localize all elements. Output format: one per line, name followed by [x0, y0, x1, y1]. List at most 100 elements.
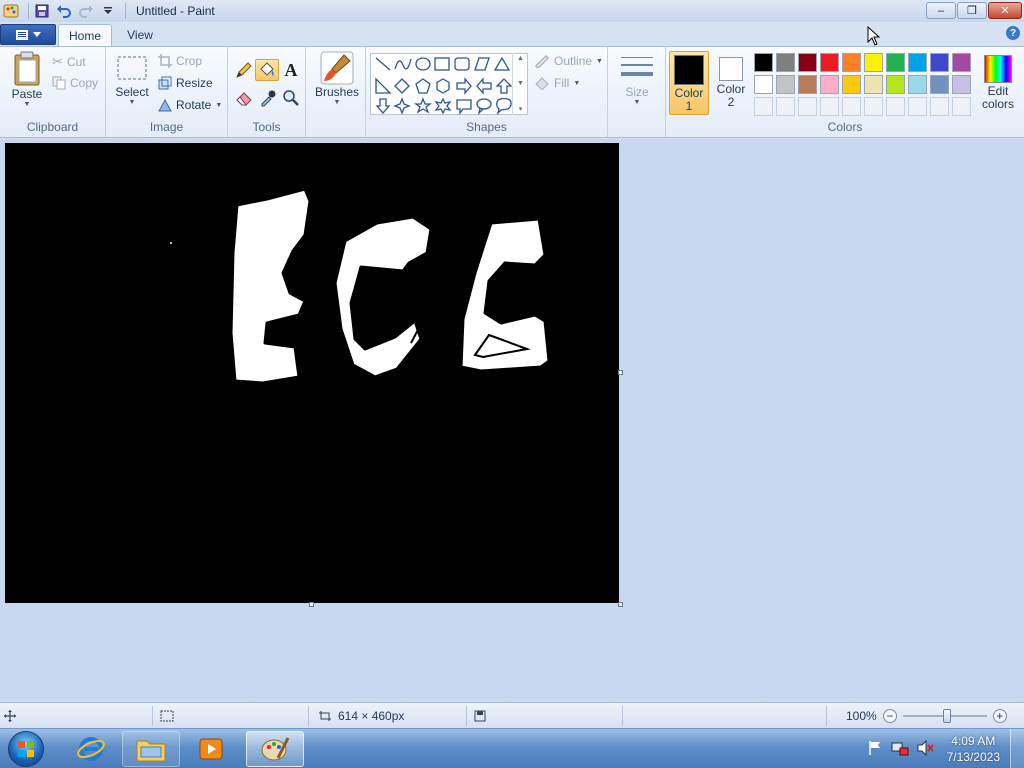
- zoom-out-button[interactable]: −: [882, 709, 897, 723]
- custom-color-slot[interactable]: [754, 97, 773, 116]
- volume-muted-icon[interactable]: [917, 739, 935, 759]
- palette-swatch[interactable]: [754, 75, 773, 94]
- outline-button[interactable]: Outline ▼: [534, 54, 603, 68]
- palette-swatch[interactable]: [952, 53, 971, 72]
- chevron-down-icon: [33, 31, 41, 37]
- undo-icon[interactable]: [55, 2, 73, 20]
- palette-swatch[interactable]: [864, 53, 883, 72]
- text-tool[interactable]: A: [280, 59, 302, 81]
- resize-handle-corner[interactable]: [618, 602, 623, 607]
- restore-button[interactable]: ❐: [957, 2, 987, 19]
- tab-home[interactable]: Home: [58, 24, 112, 46]
- customize-qat-chevron-icon[interactable]: [99, 2, 117, 20]
- custom-color-slot[interactable]: [820, 97, 839, 116]
- palette-swatch[interactable]: [864, 75, 883, 94]
- pencil-tool[interactable]: [233, 59, 255, 81]
- paste-button[interactable]: Paste ▼: [8, 51, 46, 108]
- color2-selector[interactable]: Color 2: [711, 51, 751, 115]
- palette-swatch[interactable]: [820, 75, 839, 94]
- palette-swatch[interactable]: [930, 53, 949, 72]
- palette-swatch[interactable]: [886, 53, 905, 72]
- scroll-down-icon[interactable]: ▼: [517, 80, 524, 87]
- selection-size: [160, 703, 174, 729]
- gallery-expand-icon[interactable]: ▾: [519, 105, 523, 113]
- internet-explorer-icon: [77, 737, 105, 761]
- minimize-button[interactable]: –: [926, 2, 956, 19]
- palette-swatch[interactable]: [820, 53, 839, 72]
- taskbar-paint[interactable]: [246, 731, 304, 767]
- crop-button[interactable]: Crop: [158, 54, 202, 68]
- custom-color-slot[interactable]: [908, 97, 927, 116]
- custom-color-slot[interactable]: [842, 97, 861, 116]
- taskbar-media-player[interactable]: [182, 731, 240, 767]
- tab-view[interactable]: View: [116, 24, 164, 46]
- image-group-label: Image: [149, 120, 184, 134]
- zoom-slider[interactable]: [902, 709, 987, 723]
- fill-tool[interactable]: [255, 59, 279, 81]
- start-button[interactable]: [4, 730, 48, 768]
- taskbar-file-explorer[interactable]: [122, 731, 180, 767]
- custom-color-slot[interactable]: [864, 97, 883, 116]
- custom-color-slot[interactable]: [930, 97, 949, 116]
- help-icon[interactable]: ?: [1006, 26, 1020, 40]
- palette-swatch[interactable]: [754, 53, 773, 72]
- clock-date: 7/13/2023: [946, 750, 1000, 764]
- palette-swatch[interactable]: [776, 53, 795, 72]
- system-clock[interactable]: 4:09 AM 7/13/2023: [947, 733, 1000, 765]
- custom-color-slot[interactable]: [798, 97, 817, 116]
- status-separator: [466, 706, 467, 726]
- action-center-flag-icon[interactable]: [867, 740, 883, 759]
- custom-color-slot[interactable]: [886, 97, 905, 116]
- scroll-up-icon[interactable]: ▲: [517, 55, 524, 62]
- status-separator: [622, 706, 623, 726]
- palette-swatch[interactable]: [842, 53, 861, 72]
- fill-button[interactable]: Fill ▼: [534, 76, 580, 90]
- save-icon[interactable]: [33, 2, 51, 20]
- custom-color-slot[interactable]: [952, 97, 971, 116]
- zoom-in-button[interactable]: +: [992, 709, 1007, 723]
- redo-icon[interactable]: [77, 2, 95, 20]
- palette-swatch[interactable]: [930, 75, 949, 94]
- resize-button[interactable]: Resize: [158, 76, 213, 90]
- color-picker-tool[interactable]: [257, 87, 279, 109]
- shapes-group-label: Shapes: [466, 120, 507, 134]
- paste-icon: [14, 51, 40, 86]
- window-title: Untitled - Paint: [136, 4, 215, 18]
- show-desktop-button[interactable]: [1010, 729, 1024, 768]
- resize-handle-bottom[interactable]: [309, 602, 314, 607]
- brushes-button[interactable]: Brushes ▼: [312, 51, 362, 106]
- custom-color-slot[interactable]: [776, 97, 795, 116]
- cut-button[interactable]: ✂ Cut: [52, 54, 86, 70]
- status-bar: 614 × 460px 100% − +: [0, 702, 1024, 728]
- palette-swatch[interactable]: [908, 75, 927, 94]
- minimize-icon: –: [937, 4, 945, 17]
- rainbow-icon: [984, 55, 1012, 83]
- select-button[interactable]: Select ▼: [112, 51, 152, 106]
- drawing-canvas[interactable]: [5, 143, 619, 603]
- select-dropdown-icon: ▼: [128, 99, 136, 106]
- palette-swatch[interactable]: [798, 53, 817, 72]
- palette-swatch[interactable]: [776, 75, 795, 94]
- palette-swatch[interactable]: [908, 53, 927, 72]
- zoom-slider-thumb[interactable]: [942, 709, 951, 723]
- copy-button[interactable]: Copy: [52, 76, 98, 90]
- edit-colors-button[interactable]: Edit colors: [974, 51, 1022, 115]
- file-menu-button[interactable]: [0, 24, 56, 45]
- rotate-button[interactable]: Rotate ▼: [158, 98, 222, 112]
- taskbar-internet-explorer[interactable]: [62, 731, 120, 767]
- palette-swatch[interactable]: [886, 75, 905, 94]
- palette-swatch[interactable]: [842, 75, 861, 94]
- shapes-gallery-scroll[interactable]: ▲ ▼ ▾: [512, 53, 528, 115]
- close-button[interactable]: ✕: [988, 2, 1022, 19]
- eraser-tool[interactable]: [233, 87, 255, 109]
- magnifier-tool[interactable]: [280, 87, 302, 109]
- size-button[interactable]: Size ▼: [616, 51, 658, 106]
- palette-swatch[interactable]: [798, 75, 817, 94]
- paint-app-icon[interactable]: [2, 2, 20, 20]
- network-icon[interactable]: [891, 740, 909, 759]
- color1-selector[interactable]: Color 1: [669, 51, 709, 115]
- line-size-icon: [621, 57, 653, 76]
- resize-handle-right[interactable]: [618, 370, 623, 375]
- tools-group-label: Tools: [252, 120, 281, 134]
- palette-swatch[interactable]: [952, 75, 971, 94]
